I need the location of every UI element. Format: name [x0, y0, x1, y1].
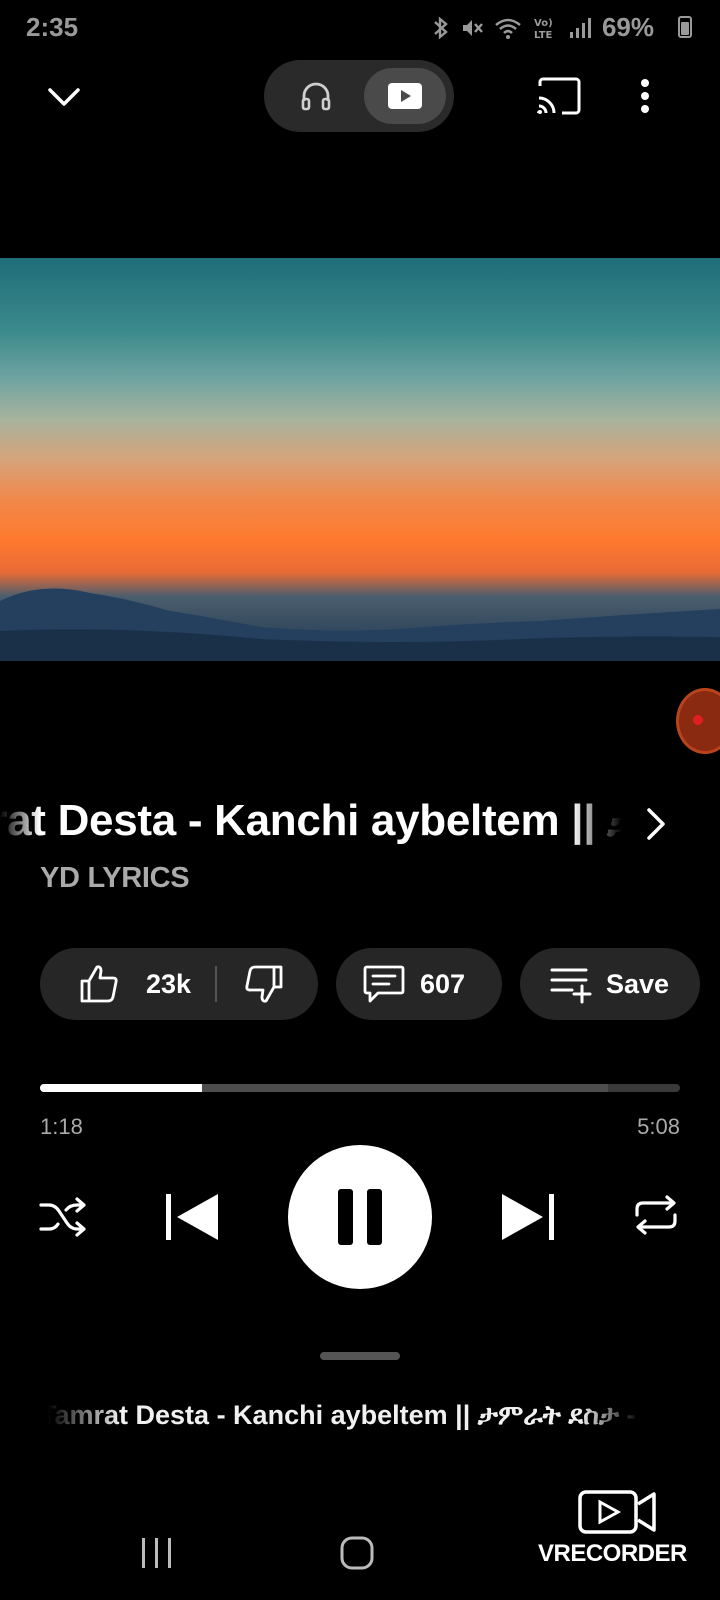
pill-divider	[215, 966, 218, 1002]
chevron-right-icon	[647, 808, 665, 840]
battery-percent: 69%	[601, 12, 654, 42]
more-vert-icon	[641, 79, 649, 113]
next-button[interactable]	[500, 1190, 556, 1244]
shuffle-button[interactable]	[38, 1192, 88, 1240]
svg-text:Vo): Vo)	[534, 18, 553, 29]
volte-icon: Vo)LTE	[534, 18, 553, 41]
pause-icon	[338, 1189, 382, 1245]
title-fade-right	[572, 796, 622, 856]
video-mode-button[interactable]	[364, 68, 446, 124]
up-next-fade-left	[0, 1400, 120, 1444]
sheet-drag-handle[interactable]	[320, 1352, 400, 1360]
thumbs-up-icon	[80, 965, 118, 1003]
thumbs-down-icon	[245, 965, 283, 1003]
play-pause-button[interactable]	[288, 1145, 432, 1289]
audio-video-toggle	[264, 60, 454, 132]
repeat-button[interactable]	[632, 1192, 680, 1238]
signal-icon	[569, 17, 591, 38]
comments-button[interactable]: 607	[336, 948, 502, 1020]
recents-icon	[142, 1538, 171, 1568]
screen-recorder-bubble[interactable]	[676, 688, 720, 754]
seek-bar[interactable]	[40, 1084, 680, 1092]
headphones-icon	[301, 82, 331, 111]
like-count: 23k	[146, 968, 192, 999]
comment-count: 607	[420, 968, 466, 999]
video-recorder-logo-icon	[578, 1490, 656, 1534]
home-icon	[340, 1536, 374, 1570]
up-next-fade-right	[580, 1400, 640, 1444]
svg-text:LTE: LTE	[534, 30, 553, 41]
battery-icon	[678, 16, 692, 38]
comment-icon	[363, 965, 405, 1003]
status-time: 2:35	[26, 12, 79, 42]
current-time: 1:18	[40, 1114, 83, 1139]
nav-home-button[interactable]	[340, 1536, 374, 1575]
title-fade-left	[0, 796, 40, 856]
playlist-add-icon	[550, 968, 592, 1004]
save-button[interactable]: Save	[520, 948, 700, 1020]
shuffle-icon	[39, 1197, 86, 1237]
video-title: Tamrat Desta - Kanchi aybeltem || ታምራት ደ…	[0, 796, 622, 845]
previous-button[interactable]	[164, 1190, 220, 1244]
up-next-title: Tamrat Desta - Kanchi aybeltem || ታምራት ደ…	[40, 1400, 640, 1430]
recorder-watermark: VRECORDER	[538, 1488, 698, 1574]
cast-icon	[537, 77, 581, 115]
bluetooth-icon	[434, 15, 448, 40]
cast-button[interactable]	[536, 76, 582, 121]
dislike-button[interactable]	[243, 963, 285, 1005]
more-options-button[interactable]	[640, 78, 650, 119]
video-frame-mountains	[0, 588, 720, 661]
seek-bar-progress	[40, 1084, 202, 1092]
video-icon	[388, 83, 422, 109]
skip-next-icon	[502, 1194, 554, 1240]
chevron-down-icon	[48, 88, 80, 106]
details-button[interactable]	[644, 806, 668, 847]
watermark-text: VRECORDER	[538, 1540, 687, 1567]
save-label: Save	[606, 968, 670, 999]
channel-name[interactable]: YD LYRICS	[40, 862, 190, 895]
audio-mode-button[interactable]	[276, 68, 356, 124]
mute-icon	[462, 19, 483, 36]
like-button[interactable]: 23k	[78, 963, 191, 1005]
nav-recents-button[interactable]	[140, 1538, 174, 1573]
repeat-icon	[635, 1195, 677, 1235]
skip-previous-icon	[166, 1194, 218, 1240]
video-player[interactable]	[0, 258, 720, 661]
collapse-button[interactable]	[44, 78, 84, 123]
status-icons: Vo) LTE 69%	[432, 12, 654, 43]
wifi-icon	[495, 18, 521, 39]
title-marquee[interactable]: Tamrat Desta - Kanchi aybeltem || ታምራት ደ…	[0, 796, 622, 856]
like-dislike-pill: 23k	[40, 948, 318, 1020]
duration: 5:08	[637, 1114, 680, 1139]
